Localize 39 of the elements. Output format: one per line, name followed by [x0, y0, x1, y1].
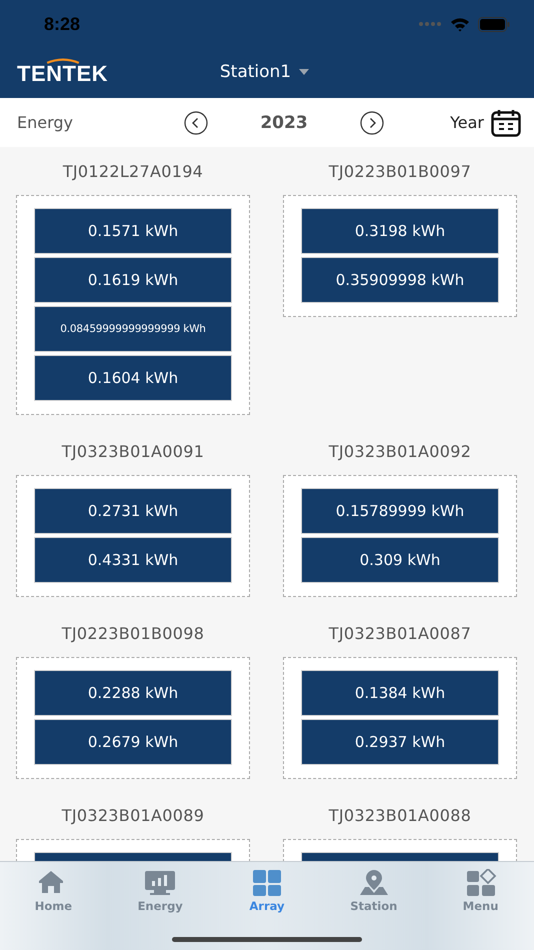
- panel-tile[interactable]: 0.4331 kWh: [34, 537, 232, 583]
- panel-tile[interactable]: 0.2679 kWh: [34, 719, 232, 765]
- panel-tile[interactable]: 0.15789999 kWh: [301, 488, 499, 534]
- map-pin-icon: [358, 869, 390, 897]
- panel-tile[interactable]: 0.2731 kWh: [34, 488, 232, 534]
- signal-icon: [418, 21, 442, 27]
- monitor-chart-icon: [144, 869, 176, 897]
- inverter-serial: TJ0223B01B0098: [60, 622, 206, 644]
- caret-icon: [299, 69, 310, 75]
- panel-tile[interactable]: 0.1571 kWh: [34, 208, 232, 254]
- panel-tile[interactable]: 0.309 kWh: [301, 537, 499, 583]
- panel-tile[interactable]: 0.1604 kWh: [34, 355, 232, 401]
- energy-label: Energy: [17, 113, 74, 132]
- battery-icon: [478, 16, 510, 32]
- inverter-serial: TJ0323B01A0089: [60, 804, 206, 826]
- inverter-serial: TJ0122L27A0194: [62, 160, 204, 182]
- panel-tile[interactable]: 0.2288 kWh: [34, 670, 232, 716]
- next-icon[interactable]: [360, 110, 384, 134]
- previous-icon[interactable]: [184, 110, 208, 134]
- inverter-serial: TJ0323B01A0092: [328, 440, 472, 462]
- inverter-serial: TJ0323B01A0091: [60, 440, 206, 462]
- calendar-icon[interactable]: [490, 108, 521, 136]
- year-value: 2023: [260, 112, 308, 132]
- panel-tile[interactable]: 0.08459999999999999 kWh: [34, 306, 232, 352]
- grid-icon: [250, 869, 283, 897]
- inverter-serial: TJ0323B01A0087: [328, 622, 472, 644]
- period-label: Year: [450, 113, 484, 132]
- wifi-icon: [450, 16, 470, 32]
- inverter-serial: TJ0223B01B0097: [328, 160, 472, 182]
- menu-icon: [464, 869, 497, 897]
- status-time: 8:28: [44, 14, 80, 34]
- panel-tile[interactable]: 0.2937 kWh: [301, 719, 499, 765]
- station-dropdown[interactable]: Station1: [220, 62, 310, 82]
- panel-tile[interactable]: 0.1619 kWh: [34, 257, 232, 303]
- logo: TENTEK: [17, 56, 108, 87]
- panel-tile[interactable]: 0.3198 kWh: [301, 208, 499, 254]
- panel-tile[interactable]: 0.1384 kWh: [301, 670, 499, 716]
- panel-tile[interactable]: 0.35909998 kWh: [301, 257, 499, 303]
- inverter-serial: TJ0323B01A0088: [328, 804, 472, 826]
